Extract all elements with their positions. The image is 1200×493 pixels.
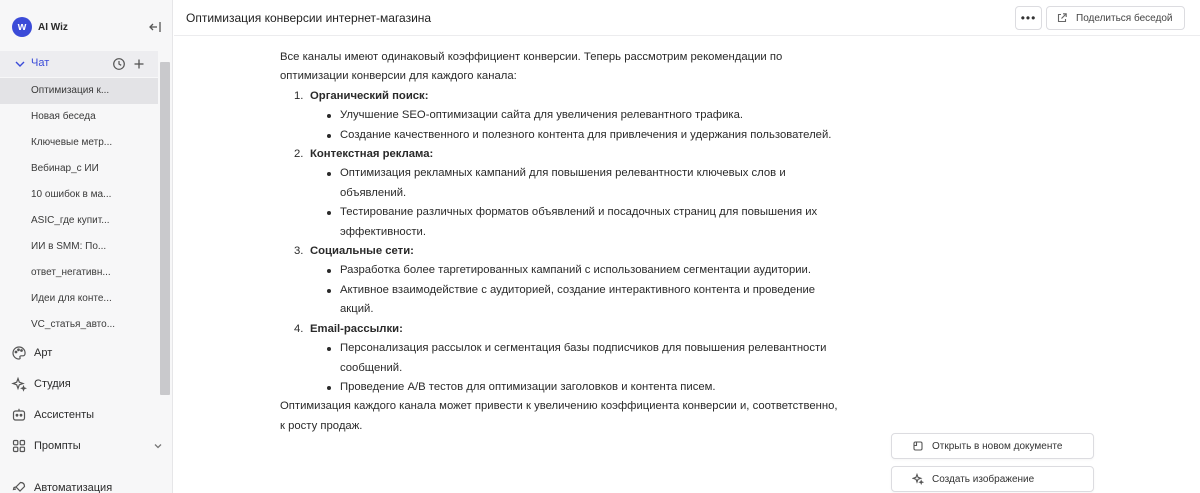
list-item: 1. Органический поиск: <box>280 87 840 106</box>
chat-list-item[interactable]: ИИ в SMM: По... <box>0 234 158 260</box>
bot-icon <box>12 408 26 421</box>
bullet-text: Активное взаимодействие с аудиторией, со… <box>340 283 816 316</box>
bullet-item: Персонализация рассылок и сегментация ба… <box>280 339 840 378</box>
bullet-icon <box>327 385 331 390</box>
new-chat-plus-icon[interactable] <box>132 57 146 71</box>
list-item-title: Контекстная реклама: <box>310 148 434 161</box>
list-item: 4. Email-рассылки: <box>280 320 840 339</box>
brand-name: AI Wiz <box>38 21 68 33</box>
list-item-title: Органический поиск: <box>310 89 429 102</box>
palette-icon <box>12 346 26 360</box>
open-in-document-button[interactable]: Открыть в новом документе <box>891 433 1094 459</box>
list-number: 4. <box>294 322 304 335</box>
list-item: 2. Контекстная реклама: <box>280 145 840 164</box>
share-icon <box>1057 13 1067 23</box>
sidebar-item-label: Ассистенты <box>34 409 95 421</box>
bullet-item: Тестирование различных форматов объявлен… <box>280 203 840 242</box>
assistant-message: Все каналы имеют одинаковый коэффициент … <box>280 48 840 436</box>
bullet-icon <box>327 114 331 119</box>
sidebar-item-label: Студия <box>34 378 71 390</box>
share-conversation-button[interactable]: Поделиться беседой <box>1046 6 1185 30</box>
page-title: Оптимизация конверсии интернет-магазина <box>186 11 432 25</box>
list-item: 3. Социальные сети: <box>280 242 840 261</box>
chat-section-label: Чат <box>31 57 50 69</box>
chat-list-item[interactable]: ASIC_где купит... <box>0 208 158 234</box>
bullet-item: Создание качественного и полезного конте… <box>280 126 840 145</box>
bullet-icon <box>327 288 331 293</box>
bullet-icon <box>327 347 331 352</box>
chat-section-header[interactable]: Чат <box>0 51 158 77</box>
chevron-down-icon <box>15 61 25 67</box>
chat-header: Оптимизация конверсии интернет-магазина … <box>174 0 1200 36</box>
collapse-sidebar-icon[interactable] <box>147 19 163 35</box>
chat-list-item[interactable]: VC_статья_авто... <box>0 312 158 338</box>
message-intro: Все каналы имеют одинаковый коэффициент … <box>280 51 783 83</box>
sidebar-item-assistants[interactable]: Ассистенты <box>0 402 158 428</box>
chat-list-item[interactable]: Новая беседа <box>0 104 158 130</box>
bullet-icon <box>327 211 331 216</box>
sidebar-item-label: Автоматизация <box>34 482 113 493</box>
chat-list-item[interactable]: 10 ошибок в ма... <box>0 182 158 208</box>
chat-list-item[interactable]: Оптимизация к... <box>0 78 158 104</box>
bullet-icon <box>327 133 331 138</box>
rocket-icon <box>12 481 26 492</box>
list-number: 3. <box>294 245 304 258</box>
recommendation-list: 1. Органический поиск: Улучшение SEO-опт… <box>280 87 840 398</box>
open-doc-label: Открыть в новом документе <box>932 440 1063 452</box>
list-number: 2. <box>294 148 304 161</box>
bullet-text: Проведение A/B тестов для оптимизации за… <box>340 380 716 393</box>
bullet-text: Оптимизация рекламных кампаний для повыш… <box>340 167 786 199</box>
bullet-item: Улучшение SEO-оптимизации сайта для увел… <box>280 106 840 125</box>
sidebar: w AI Wiz Чат Оптимизация к... Новая бесе… <box>0 0 173 493</box>
bullet-icon <box>327 172 331 177</box>
create-image-label: Создать изображение <box>932 473 1035 485</box>
chat-list-item[interactable]: Идеи для конте... <box>0 286 158 312</box>
bullet-item: Активное взаимодействие с аудиторией, со… <box>280 281 840 320</box>
sidebar-item-label: Промпты <box>34 440 81 452</box>
chevron-down-icon <box>154 444 162 449</box>
message-outro: Оптимизация каждого канала может привест… <box>280 400 838 432</box>
list-item-title: Email-рассылки: <box>310 322 403 335</box>
sidebar-item-label: Арт <box>34 347 53 359</box>
bullet-text: Тестирование различных форматов объявлен… <box>340 206 818 238</box>
sparkle-icon <box>912 473 924 485</box>
create-image-button[interactable]: Создать изображение <box>891 466 1094 492</box>
bullet-text: Создание качественного и полезного конте… <box>340 128 832 141</box>
sidebar-item-automation[interactable]: Автоматизация <box>0 475 158 493</box>
bullet-item: Оптимизация рекламных кампаний для повыш… <box>280 164 840 203</box>
grid-icon <box>12 439 26 453</box>
chat-list-item[interactable]: Ключевые метр... <box>0 130 158 156</box>
sidebar-item-prompts[interactable]: Промпты <box>0 433 162 459</box>
brand[interactable]: w AI Wiz <box>12 17 68 37</box>
document-icon <box>913 441 923 451</box>
sidebar-scrollbar[interactable] <box>160 62 170 395</box>
chat-list-item[interactable]: ответ_негативн... <box>0 260 158 286</box>
bullet-text: Разработка более таргетированных кампани… <box>340 264 811 277</box>
chat-list: Оптимизация к... Новая беседа Ключевые м… <box>0 78 158 338</box>
history-icon[interactable] <box>112 57 126 71</box>
bullet-item: Проведение A/B тестов для оптимизации за… <box>280 378 840 397</box>
logo-icon: w <box>12 17 32 37</box>
list-item-title: Социальные сети: <box>310 245 414 258</box>
sparkle-icon <box>11 376 27 392</box>
list-number: 1. <box>294 89 304 102</box>
sidebar-item-art[interactable]: Арт <box>0 340 158 366</box>
share-button-label: Поделиться беседой <box>1076 12 1173 24</box>
bullet-text: Улучшение SEO-оптимизации сайта для увел… <box>340 109 743 122</box>
more-options-button[interactable]: ••• <box>1015 6 1042 30</box>
bullet-text: Персонализация рассылок и сегментация ба… <box>340 342 827 374</box>
bullet-item: Разработка более таргетированных кампани… <box>280 261 840 280</box>
sidebar-item-studio[interactable]: Студия <box>0 371 158 397</box>
bullet-icon <box>327 269 331 274</box>
chat-list-item[interactable]: Вебинар_с ИИ <box>0 156 158 182</box>
